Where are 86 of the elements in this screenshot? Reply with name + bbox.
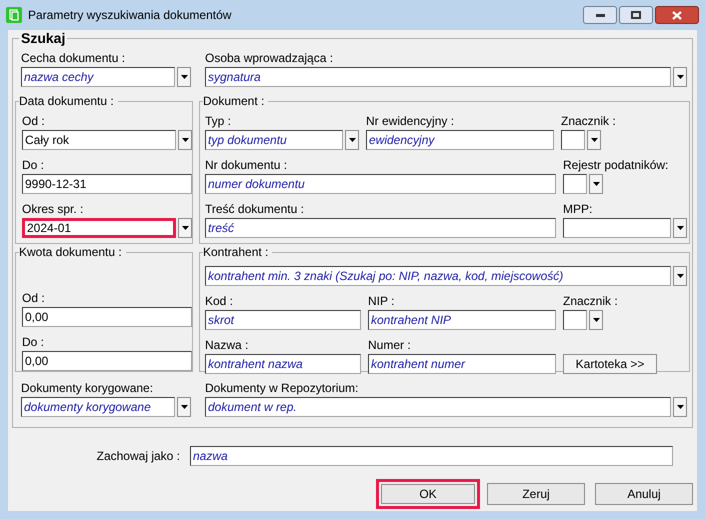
- input-field[interactable]: treść: [205, 218, 556, 238]
- group-title: Szukaj: [19, 30, 68, 46]
- field-label: Osoba wprowadzająca :: [205, 51, 334, 65]
- field-label: Cecha dokumentu :: [21, 51, 126, 65]
- caret-down-icon: [590, 138, 598, 142]
- input-field[interactable]: nazwa cechy: [21, 67, 175, 87]
- input-field[interactable]: 0,00: [22, 307, 192, 327]
- dropdown-button[interactable]: [589, 310, 603, 330]
- input-field[interactable]: kontrahent numer: [368, 354, 556, 374]
- maximize-button[interactable]: [619, 6, 653, 24]
- caret-down-icon: [676, 274, 684, 278]
- maximize-icon: [631, 11, 641, 19]
- input-field[interactable]: dokumenty korygowane: [21, 397, 175, 417]
- field-label: Do :: [22, 158, 46, 172]
- dialog-button[interactable]: Anuluj: [595, 483, 693, 505]
- dropdown-button[interactable]: [345, 130, 359, 150]
- input-field[interactable]: 2024-01: [22, 218, 176, 238]
- input-field[interactable]: 0,00: [22, 351, 192, 371]
- minimize-button[interactable]: [583, 6, 617, 24]
- field-label: Znacznik :: [561, 114, 616, 128]
- dropdown-button[interactable]: [673, 218, 687, 238]
- input-field[interactable]: dokument w rep.: [205, 397, 671, 417]
- input-field[interactable]: [563, 174, 587, 194]
- caret-down-icon: [180, 405, 188, 409]
- caret-down-icon: [182, 226, 188, 230]
- field-label: Dokumenty korygowane:: [21, 381, 154, 395]
- dialog-button[interactable]: OK: [376, 479, 480, 509]
- group-title: Data dokumentu :: [19, 94, 118, 108]
- group-title: Kwota dokumentu :: [19, 245, 126, 259]
- field-label: Znacznik :: [563, 294, 618, 308]
- input-field[interactable]: numer dokumentu: [205, 174, 556, 194]
- caret-down-icon: [348, 138, 356, 142]
- input-field[interactable]: kontrahent nazwa: [205, 354, 361, 374]
- input-field[interactable]: kontrahent NIP: [368, 310, 556, 330]
- group-title: Dokument :: [203, 94, 268, 108]
- dropdown-button[interactable]: [178, 218, 192, 238]
- dropdown-button[interactable]: [673, 266, 687, 286]
- field-label: Nr ewidencyjny :: [366, 114, 456, 128]
- dropdown-button[interactable]: [589, 174, 603, 194]
- field-label: Kod :: [205, 294, 234, 308]
- input-field[interactable]: Cały rok: [22, 130, 176, 150]
- dropdown-button[interactable]: [177, 397, 191, 417]
- input-field[interactable]: nazwa: [190, 446, 673, 466]
- field-label: Nr dokumentu :: [205, 158, 288, 172]
- close-button[interactable]: [655, 6, 699, 24]
- window-title: Parametry wyszukiwania dokumentów: [28, 7, 232, 24]
- field-label: Dokumenty w Repozytorium:: [205, 381, 360, 395]
- caret-down-icon: [592, 182, 600, 186]
- caret-down-icon: [592, 318, 600, 322]
- field-label: Do :: [22, 335, 46, 349]
- caret-down-icon: [182, 138, 188, 142]
- dropdown-button[interactable]: [177, 67, 191, 87]
- caret-down-icon: [180, 75, 188, 79]
- field-label: Zachowaj jako :: [96, 448, 181, 465]
- dropdown-button[interactable]: [587, 130, 601, 150]
- field-label: Numer :: [368, 338, 412, 352]
- field-label: Treść dokumentu :: [205, 202, 305, 216]
- field-label: NIP :: [368, 294, 396, 308]
- dropdown-button[interactable]: [673, 67, 687, 87]
- field-label: Typ :: [205, 114, 232, 128]
- input-field[interactable]: 9990-12-31: [22, 174, 192, 194]
- caret-down-icon: [676, 405, 684, 409]
- field-label: Rejestr podatników:: [563, 158, 668, 172]
- group-title: Kontrahent :: [203, 245, 272, 259]
- field-label: Od :: [22, 291, 46, 305]
- input-field[interactable]: typ dokumentu: [205, 130, 343, 150]
- minimize-icon: [596, 14, 604, 16]
- input-field[interactable]: ewidencyjny: [366, 130, 554, 150]
- caret-down-icon: [676, 75, 684, 79]
- field-label: Okres spr. :: [22, 202, 84, 216]
- dropdown-button[interactable]: [178, 130, 192, 150]
- input-field[interactable]: skrot: [205, 310, 361, 330]
- dropdown-button[interactable]: [673, 397, 687, 417]
- kartoteka-button[interactable]: Kartoteka >>: [563, 354, 657, 374]
- app-icon: [6, 7, 22, 23]
- dialog-button[interactable]: Zeruj: [487, 483, 585, 505]
- close-icon: [672, 10, 682, 20]
- field-label: Nazwa :: [205, 338, 250, 352]
- input-field[interactable]: sygnatura: [205, 67, 671, 87]
- input-field[interactable]: kontrahent min. 3 znaki (Szukaj po: NIP, nazwa, kod, miejscowość): [205, 266, 671, 286]
- caret-down-icon: [676, 226, 684, 230]
- field-label: Od :: [22, 114, 46, 128]
- field-label: MPP:: [563, 202, 594, 216]
- input-field[interactable]: [561, 130, 585, 150]
- input-field[interactable]: [563, 310, 587, 330]
- input-field[interactable]: [563, 218, 671, 238]
